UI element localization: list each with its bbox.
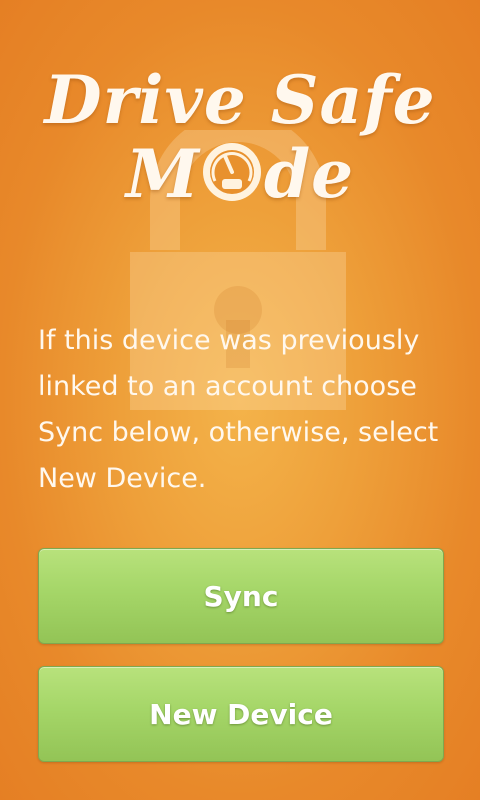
logo-title-line2: M de: [0, 134, 480, 214]
logo-letter-m: M: [125, 135, 200, 213]
logo-letters-de: de: [263, 135, 355, 213]
drive-safe-mode-screen: Drive Safe M de If this device was previ…: [0, 0, 480, 800]
sync-button[interactable]: Sync: [38, 548, 444, 644]
new-device-button[interactable]: New Device: [38, 666, 444, 762]
speedometer-icon: [201, 141, 263, 203]
sync-button-label: Sync: [203, 579, 279, 613]
new-device-button-label: New Device: [149, 697, 333, 731]
app-logo: Drive Safe M de: [0, 60, 480, 214]
logo-title-line1: Drive Safe: [44, 61, 436, 139]
instruction-text: If this device was previously linked to …: [38, 325, 439, 494]
